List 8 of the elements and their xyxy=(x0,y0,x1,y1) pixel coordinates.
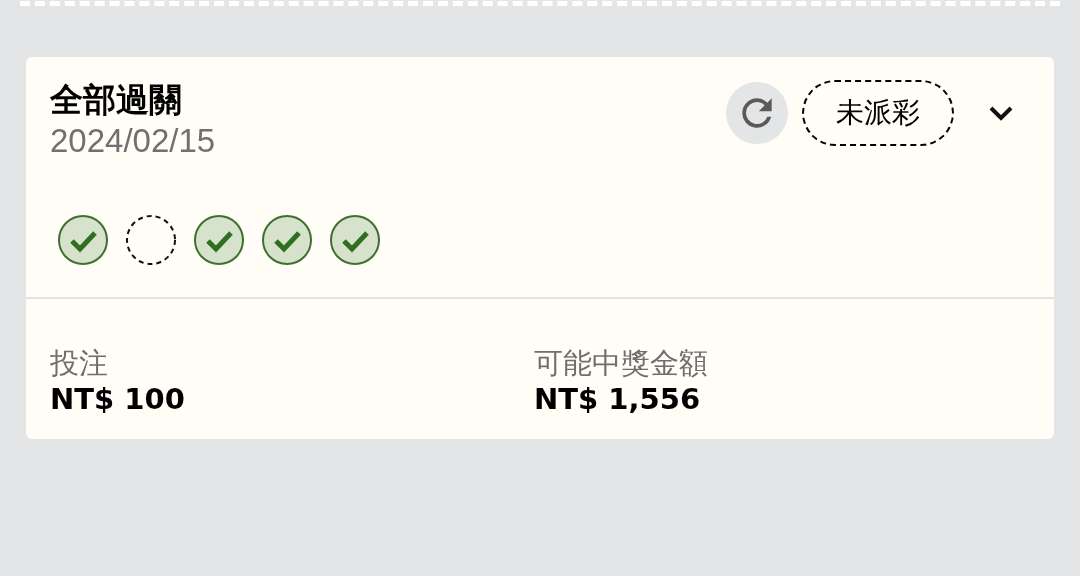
stake-value: NT$ 100 xyxy=(50,381,185,417)
stake-label: 投注 xyxy=(50,345,108,381)
payout-label: 可能中獎金額 xyxy=(534,345,708,381)
bet-date: 2024/02/15 xyxy=(50,121,216,161)
chevron-icon xyxy=(988,105,1014,121)
status-badge: 未派彩 xyxy=(802,80,954,146)
payout-value: NT$ 1,556 xyxy=(534,381,701,417)
bet-title: 全部過關 xyxy=(50,79,183,121)
